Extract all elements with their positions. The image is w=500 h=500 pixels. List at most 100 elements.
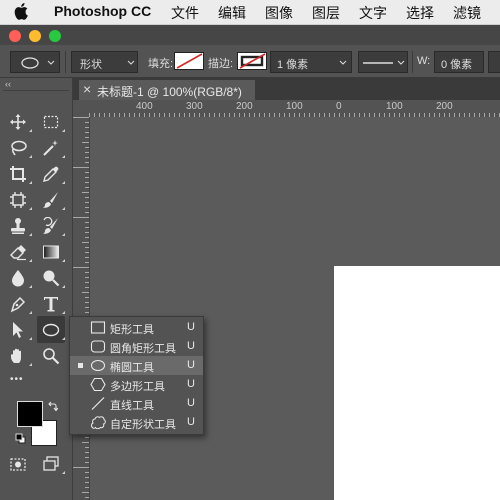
default-colors-icon[interactable] — [15, 433, 26, 444]
pen-tool-icon[interactable] — [7, 293, 29, 315]
tool-mode-value: 形状 — [80, 59, 102, 71]
menu-layer[interactable]: 图层 — [312, 3, 340, 23]
menu-item-label: 自定形状工具 — [110, 419, 176, 431]
stroke-width-field[interactable]: 1 像素 — [270, 51, 352, 73]
move-tool-icon[interactable] — [7, 111, 29, 133]
stroke-label: 描边: — [208, 58, 234, 70]
marquee-tool-icon[interactable] — [40, 111, 62, 133]
fill-label: 填充: — [148, 58, 174, 70]
crop-tool-icon[interactable] — [7, 163, 29, 185]
tools-panel: ‹‹ ••• — [0, 78, 73, 500]
document-tab-title: 未标题-1 @ 100%(RGB/8*) — [97, 85, 242, 99]
menu-item-label: 直线工具 — [110, 400, 154, 412]
menu-image[interactable]: 图像 — [265, 3, 293, 23]
divider — [65, 51, 66, 73]
path-selection-tool-icon[interactable] — [7, 319, 29, 341]
shortcut-key: U — [187, 340, 195, 352]
menu-edit[interactable]: 编辑 — [218, 3, 246, 23]
more-tools-indicator — [29, 181, 32, 184]
more-tools-indicator — [29, 363, 32, 366]
magic-wand-tool-icon[interactable] — [40, 137, 62, 159]
width-field[interactable]: 0 像素 — [434, 51, 484, 73]
tool-preset-picker[interactable] — [10, 51, 60, 73]
app-name-menu[interactable]: Photoshop CC — [54, 3, 151, 19]
rectangle-tool-icon — [90, 321, 106, 334]
menu-item-label: 矩形工具 — [110, 324, 154, 336]
shortcut-key: U — [187, 359, 195, 371]
more-tools-indicator — [62, 207, 65, 210]
more-tools-indicator — [62, 233, 65, 236]
history-brush-tool-icon[interactable] — [40, 215, 62, 237]
menu-item-label: 多边形工具 — [110, 381, 165, 393]
fill-swatch[interactable] — [174, 52, 204, 70]
chevron-down-icon — [339, 60, 347, 65]
minimize-window-button[interactable] — [29, 30, 41, 42]
menu-filter[interactable]: 滤镜 — [453, 3, 481, 23]
lasso-tool-icon[interactable] — [7, 137, 29, 159]
document-canvas[interactable] — [334, 266, 500, 500]
more-tools-indicator — [62, 259, 65, 262]
shortcut-key: U — [187, 321, 195, 333]
stroke-no-color-icon — [239, 53, 266, 69]
width-label: W: — [417, 55, 431, 67]
eraser-tool-icon[interactable] — [7, 241, 29, 263]
menu-file[interactable]: 文件 — [171, 3, 199, 23]
eyedropper-tool-icon[interactable] — [40, 163, 62, 185]
ruler-label: 300 — [186, 101, 203, 112]
more-tools-indicator — [29, 129, 32, 132]
close-window-button[interactable] — [9, 30, 21, 42]
type-tool-icon[interactable] — [40, 293, 62, 315]
zoom-tool-icon[interactable] — [40, 345, 62, 367]
frame-tool-icon[interactable] — [7, 189, 29, 211]
clone-stamp-tool-icon[interactable] — [7, 215, 29, 237]
rectangle-tool-item[interactable]: 矩形工具 U — [70, 318, 203, 337]
more-tools-indicator — [62, 181, 65, 184]
blur-tool-icon[interactable] — [7, 267, 29, 289]
stroke-type-picker[interactable] — [358, 51, 408, 73]
menu-item-label: 椭圆工具 — [110, 362, 154, 374]
zoom-window-button[interactable] — [49, 30, 61, 42]
line-tool-icon — [91, 397, 105, 410]
foreground-color-swatch[interactable] — [17, 401, 43, 427]
dodge-tool-icon[interactable] — [40, 267, 62, 289]
document-tab[interactable]: × 未标题-1 @ 100%(RGB/8*) — [79, 80, 255, 100]
ruler-label: 400 — [136, 101, 153, 112]
link-dimensions-button[interactable] — [488, 51, 500, 73]
more-tools-indicator — [29, 337, 32, 340]
stroke-width-value: 1 像素 — [277, 59, 309, 71]
menu-type[interactable]: 文字 — [359, 3, 387, 23]
shortcut-key: U — [187, 397, 195, 409]
apple-icon[interactable] — [14, 2, 28, 20]
menu-select[interactable]: 选择 — [406, 3, 434, 23]
hand-tool-icon[interactable] — [7, 345, 29, 367]
tool-mode-select[interactable]: 形状 — [71, 51, 138, 73]
ellipse-tool-active-icon[interactable] — [37, 316, 65, 343]
screen-mode-icon[interactable] — [40, 453, 62, 475]
ruler-origin[interactable] — [73, 100, 89, 117]
horizontal-ruler[interactable]: 400 300 200 100 0 100 200 — [89, 100, 500, 118]
collapse-panel-button[interactable]: ‹‹ — [5, 79, 11, 89]
more-tools-indicator — [62, 311, 65, 314]
polygon-tool-item[interactable]: 多边形工具 U — [70, 375, 203, 394]
ruler-label: 0 — [336, 101, 342, 112]
close-tab-icon[interactable]: × — [83, 81, 91, 97]
custom-shape-tool-item[interactable]: 自定形状工具 U — [70, 413, 203, 432]
rounded-rectangle-tool-item[interactable]: 圆角矩形工具 U — [70, 337, 203, 356]
swap-colors-icon[interactable] — [47, 401, 58, 412]
shape-tools-flyout: 矩形工具 U 圆角矩形工具 U 椭圆工具 U 多边形工具 U 直线工具 U 自定… — [69, 316, 204, 435]
stroke-swatch[interactable] — [237, 52, 267, 70]
more-tools-indicator — [29, 207, 32, 210]
chevron-down-icon — [127, 60, 135, 65]
ellipse-tool-item[interactable]: 椭圆工具 U — [70, 356, 203, 375]
line-tool-item[interactable]: 直线工具 U — [70, 394, 203, 413]
options-bar: 形状 填充: 描边: 1 像素 W: 0 像素 — [0, 45, 500, 78]
gradient-tool-icon[interactable] — [40, 241, 62, 263]
vertical-ruler[interactable] — [73, 117, 90, 500]
edit-toolbar-button[interactable]: ••• — [10, 374, 24, 385]
quick-mask-icon[interactable] — [7, 453, 29, 475]
ruler-label: 200 — [236, 101, 253, 112]
brush-tool-icon[interactable] — [40, 189, 62, 211]
selected-indicator — [78, 363, 83, 368]
shortcut-key: U — [187, 416, 195, 428]
more-tools-indicator — [62, 337, 65, 340]
